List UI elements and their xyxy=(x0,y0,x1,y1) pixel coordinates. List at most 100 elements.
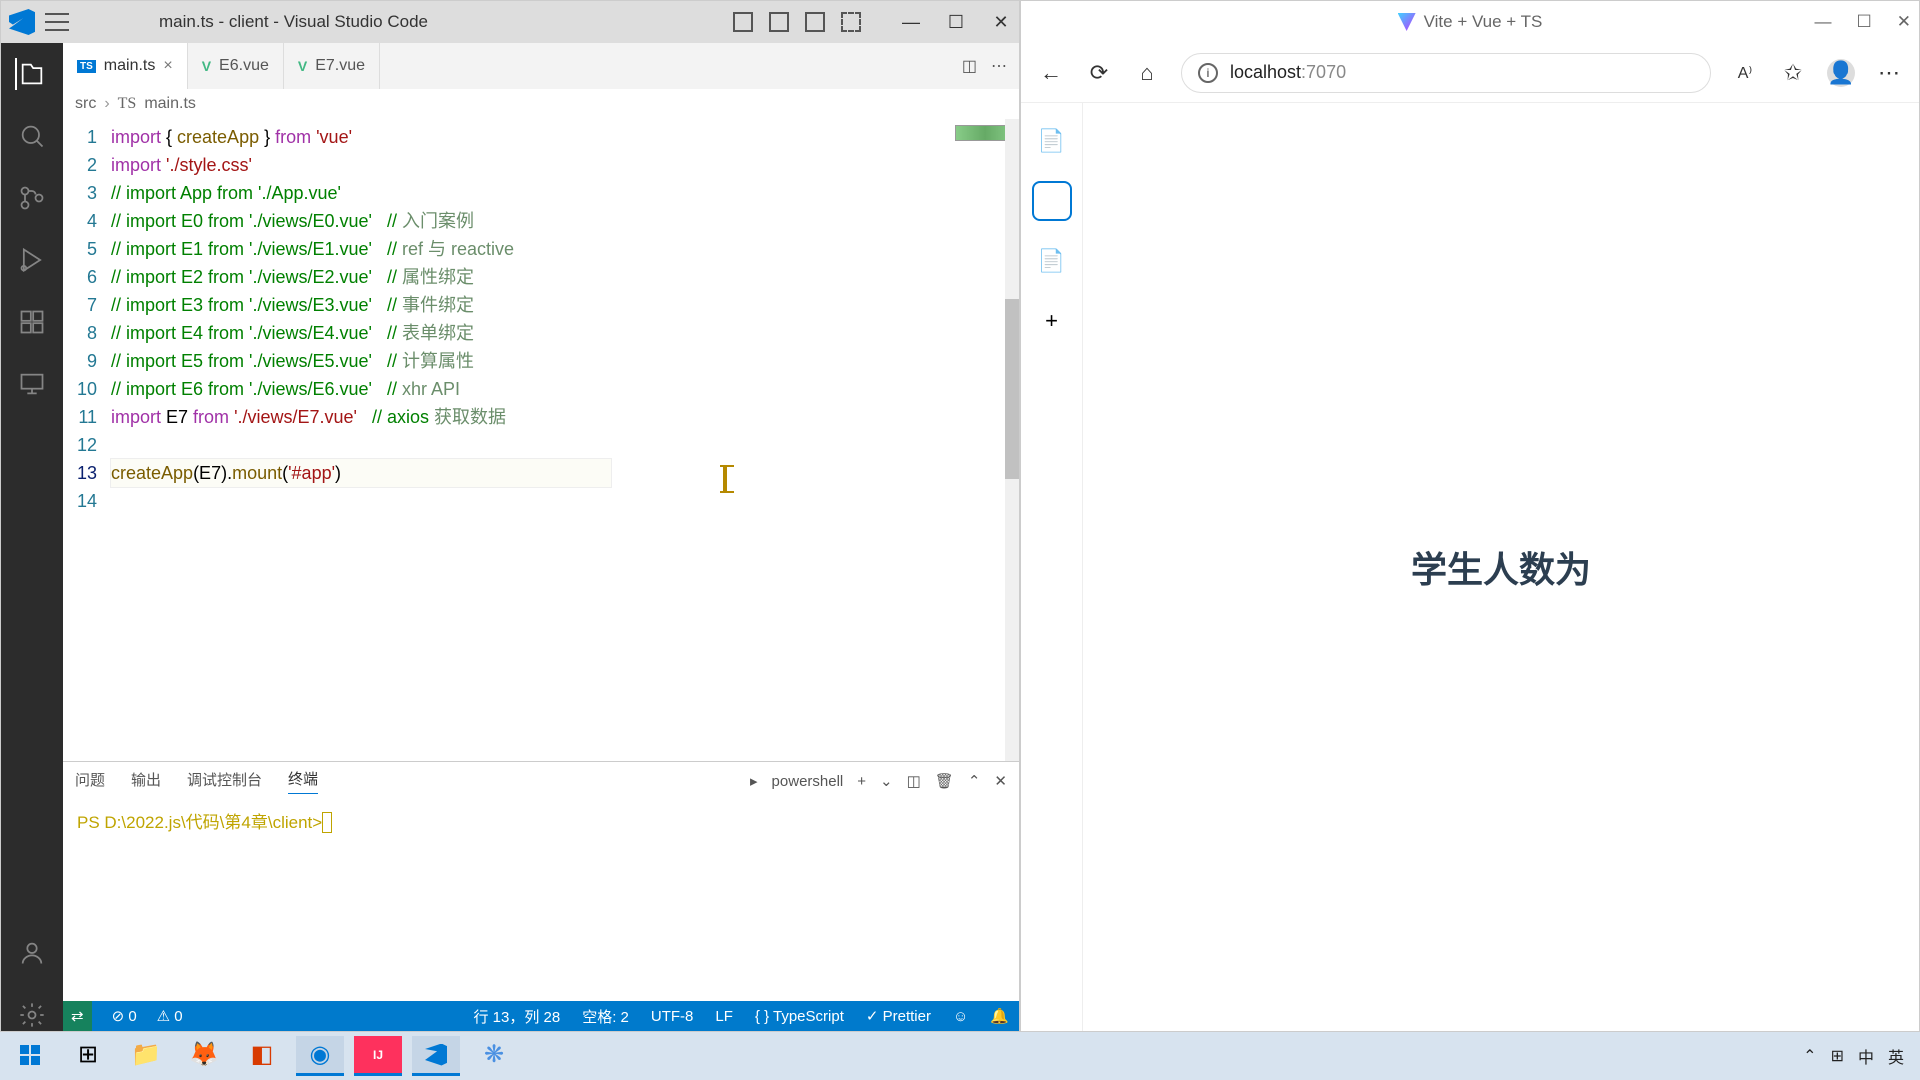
tray-chevron-icon[interactable]: ⌃ xyxy=(1803,1046,1816,1066)
refresh-icon[interactable]: ⟳ xyxy=(1085,59,1113,87)
language-mode[interactable]: { } TypeScript xyxy=(755,1008,844,1025)
office-icon[interactable]: ◧ xyxy=(238,1036,286,1076)
tab-e6-vue[interactable]: V E6.vue xyxy=(188,43,284,89)
intellij-icon[interactable]: IJ xyxy=(354,1036,402,1076)
app-icon[interactable]: ❋ xyxy=(470,1036,518,1076)
panel-tab-debug[interactable]: 调试控制台 xyxy=(187,769,262,794)
browser-toolbar: ← ⟳ ⌂ i localhost:7070 A⁾ ✩ 👤 ⋯ xyxy=(1021,43,1919,103)
split-terminal-icon[interactable]: ◫ xyxy=(907,772,921,790)
search-icon[interactable] xyxy=(16,120,48,152)
back-icon[interactable]: ← xyxy=(1037,59,1065,87)
site-info-icon[interactable]: i xyxy=(1198,63,1218,83)
tab-e7-vue[interactable]: V E7.vue xyxy=(284,43,380,89)
read-aloud-icon[interactable]: A⁾ xyxy=(1731,59,1759,87)
split-editor-icon[interactable]: ◫ xyxy=(962,56,977,76)
errors-count[interactable]: ⊘ 0 xyxy=(112,1007,137,1025)
close-panel-icon[interactable]: ✕ xyxy=(994,772,1007,790)
new-terminal-icon[interactable]: + xyxy=(857,773,866,790)
menu-icon[interactable] xyxy=(45,13,69,31)
indentation[interactable]: 空格: 2 xyxy=(582,1006,629,1027)
line-gutter: 1234567891011121314 xyxy=(63,119,111,761)
panel-tab-problems[interactable]: 问题 xyxy=(75,769,105,794)
page-heading: 学生人数为 xyxy=(1411,541,1591,593)
code-content[interactable]: import { createApp } from 'vue'import '.… xyxy=(111,119,1019,761)
url-host: localhost xyxy=(1230,62,1301,82)
settings-icon[interactable] xyxy=(16,999,48,1031)
kill-terminal-icon[interactable]: 🗑 xyxy=(935,772,954,790)
vite-logo-icon xyxy=(1398,13,1416,31)
scrollbar-thumb[interactable] xyxy=(1005,299,1019,479)
maximize-panel-icon[interactable]: ⌃ xyxy=(968,772,981,790)
debug-icon[interactable] xyxy=(16,244,48,276)
favorite-icon[interactable]: ✩ xyxy=(1779,59,1807,87)
minimize-icon[interactable]: — xyxy=(901,12,921,32)
account-icon[interactable] xyxy=(16,937,48,969)
breadcrumb[interactable]: src › TS main.ts xyxy=(63,89,1019,119)
chevron-right-icon: › xyxy=(104,95,109,113)
vscode-taskbar-icon[interactable] xyxy=(412,1036,460,1076)
eol[interactable]: LF xyxy=(715,1008,733,1025)
cursor-position[interactable]: 行 13，列 28 xyxy=(473,1006,560,1027)
typescript-icon: TS xyxy=(118,95,137,113)
panel-left-icon[interactable] xyxy=(733,12,753,32)
new-tab-icon[interactable]: + xyxy=(1034,303,1070,339)
editor-tabs: TS main.ts × V E6.vue V E7.vue ◫ ⋯ xyxy=(63,43,1019,89)
code-editor[interactable]: 1234567891011121314 import { createApp }… xyxy=(63,119,1019,761)
shell-name[interactable]: powershell xyxy=(772,773,844,790)
encoding[interactable]: UTF-8 xyxy=(651,1008,694,1025)
edge-icon[interactable]: ◉ xyxy=(296,1036,344,1076)
tab-main-ts[interactable]: TS main.ts × xyxy=(63,43,188,89)
task-view-icon[interactable]: ⊞ xyxy=(64,1036,112,1076)
feedback-icon[interactable]: ☺ xyxy=(953,1008,968,1025)
extensions-icon[interactable] xyxy=(16,306,48,338)
panel-bottom-icon[interactable] xyxy=(769,12,789,32)
vue-icon: V xyxy=(298,58,307,74)
explorer-icon[interactable] xyxy=(15,58,47,90)
maximize-icon[interactable]: ☐ xyxy=(946,12,966,32)
panel-tab-output[interactable]: 输出 xyxy=(131,769,161,794)
remote-indicator[interactable]: ⇄ xyxy=(63,1001,92,1031)
terminal-shell-icon[interactable]: ▸ xyxy=(750,772,758,790)
customize-layout-icon[interactable] xyxy=(841,12,861,32)
prettier-status[interactable]: ✓ Prettier xyxy=(866,1007,931,1025)
browser-titlebar: Vite + Vue + TS — ☐ ✕ xyxy=(1021,1,1919,43)
tab-item-active[interactable] xyxy=(1034,183,1070,219)
ime-language[interactable]: 中 xyxy=(1858,1044,1874,1068)
source-control-icon[interactable] xyxy=(16,182,48,214)
home-icon[interactable]: ⌂ xyxy=(1133,59,1161,87)
file-explorer-icon[interactable]: 📁 xyxy=(122,1036,170,1076)
tab-item[interactable]: 📄 xyxy=(1034,243,1070,279)
firefox-icon[interactable]: 🦊 xyxy=(180,1036,228,1076)
close-icon[interactable]: ✕ xyxy=(1897,12,1911,32)
remote-icon[interactable] xyxy=(16,368,48,400)
maximize-icon[interactable]: ☐ xyxy=(1857,12,1872,32)
start-button[interactable] xyxy=(6,1036,54,1076)
panel-tab-terminal[interactable]: 终端 xyxy=(288,768,318,794)
tab-label: main.ts xyxy=(104,57,156,75)
breadcrumb-item[interactable]: src xyxy=(75,95,96,113)
terminal-dropdown-icon[interactable]: ⌄ xyxy=(880,772,893,790)
bell-icon[interactable]: 🔔 xyxy=(990,1007,1009,1025)
scrollbar[interactable] xyxy=(1005,119,1019,761)
panel-right-icon[interactable] xyxy=(805,12,825,32)
tab-item[interactable]: 📄 xyxy=(1034,123,1070,159)
tab-close-icon[interactable]: × xyxy=(163,57,172,75)
vscode-titlebar: main.ts - client - Visual Studio Code — … xyxy=(1,1,1019,43)
breadcrumb-item[interactable]: main.ts xyxy=(144,95,196,113)
tab-label: E6.vue xyxy=(219,57,269,75)
vue-icon: V xyxy=(202,58,211,74)
vscode-window: main.ts - client - Visual Studio Code — … xyxy=(0,0,1020,1032)
ime-mode[interactable]: 英 xyxy=(1888,1044,1904,1068)
menu-icon[interactable]: ⋯ xyxy=(1875,59,1903,87)
window-title: main.ts - client - Visual Studio Code xyxy=(79,12,723,32)
activity-bar xyxy=(1,43,63,1031)
address-bar[interactable]: i localhost:7070 xyxy=(1181,53,1711,93)
tray-network-icon[interactable]: ⊞ xyxy=(1831,1046,1844,1066)
close-icon[interactable]: ✕ xyxy=(991,12,1011,32)
terminal-body[interactable]: PS D:\2022.js\代码\第4章\client> xyxy=(63,800,1019,1001)
more-icon[interactable]: ⋯ xyxy=(991,56,1007,76)
warnings-count[interactable]: ⚠ 0 xyxy=(157,1007,183,1025)
minimize-icon[interactable]: — xyxy=(1815,12,1832,32)
profile-icon[interactable]: 👤 xyxy=(1827,59,1855,87)
terminal-prompt: PS D:\2022.js\代码\第4章\client> xyxy=(77,813,322,832)
